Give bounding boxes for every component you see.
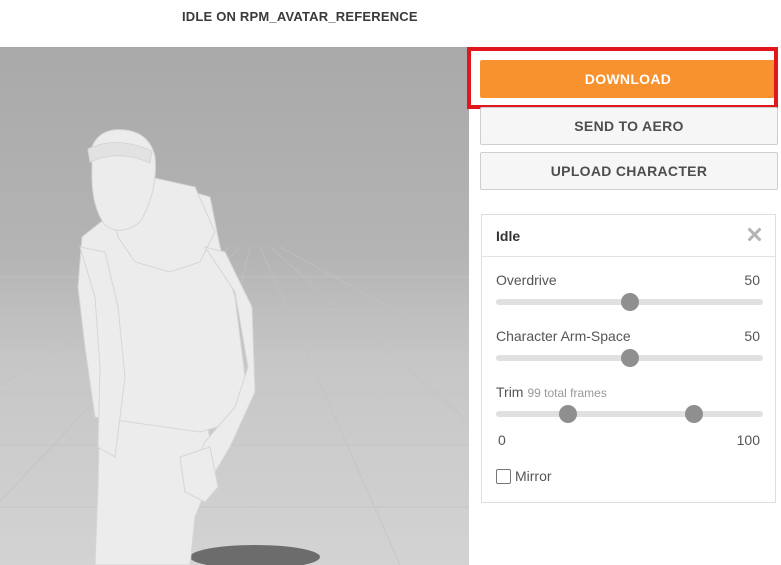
- mirror-checkbox[interactable]: [496, 468, 511, 484]
- card-header: Idle: [482, 215, 775, 257]
- download-button[interactable]: DOWNLOAD: [480, 60, 776, 98]
- animation-settings-card: Idle Overdrive 50 Character Arm-Space 50…: [481, 214, 776, 503]
- trim-max-label: 100: [736, 432, 760, 448]
- arm-space-label: Character Arm-Space: [496, 328, 631, 344]
- arm-space-slider-thumb[interactable]: [620, 349, 639, 367]
- overdrive-label: Overdrive: [496, 272, 557, 288]
- trim-frames-hint: 99 total frames: [527, 386, 607, 400]
- send-to-aero-button[interactable]: SEND TO AERO: [480, 107, 778, 145]
- animation-name: Idle: [496, 228, 521, 244]
- trim-min-label: 0: [498, 432, 506, 448]
- trim-end-thumb[interactable]: [684, 405, 703, 423]
- mirror-label: Mirror: [515, 468, 552, 484]
- arm-space-slider[interactable]: [496, 349, 763, 367]
- overdrive-value: 50: [744, 272, 760, 288]
- arm-space-value: 50: [744, 328, 760, 344]
- character-preview: [0, 129, 469, 565]
- page-title: IDLE ON RPM_AVATAR_REFERENCE: [182, 9, 418, 24]
- mirror-option[interactable]: Mirror: [496, 468, 552, 484]
- trim-start-thumb[interactable]: [559, 405, 578, 423]
- trim-label: Trim 99 total frames: [496, 384, 607, 400]
- close-icon[interactable]: [747, 227, 761, 241]
- trim-range-slider[interactable]: [496, 405, 763, 423]
- 3d-viewport[interactable]: [0, 47, 469, 565]
- overdrive-slider-thumb[interactable]: [620, 293, 639, 311]
- upload-character-button[interactable]: UPLOAD CHARACTER: [480, 152, 778, 190]
- trim-label-text: Trim: [496, 384, 524, 400]
- overdrive-slider[interactable]: [496, 293, 763, 311]
